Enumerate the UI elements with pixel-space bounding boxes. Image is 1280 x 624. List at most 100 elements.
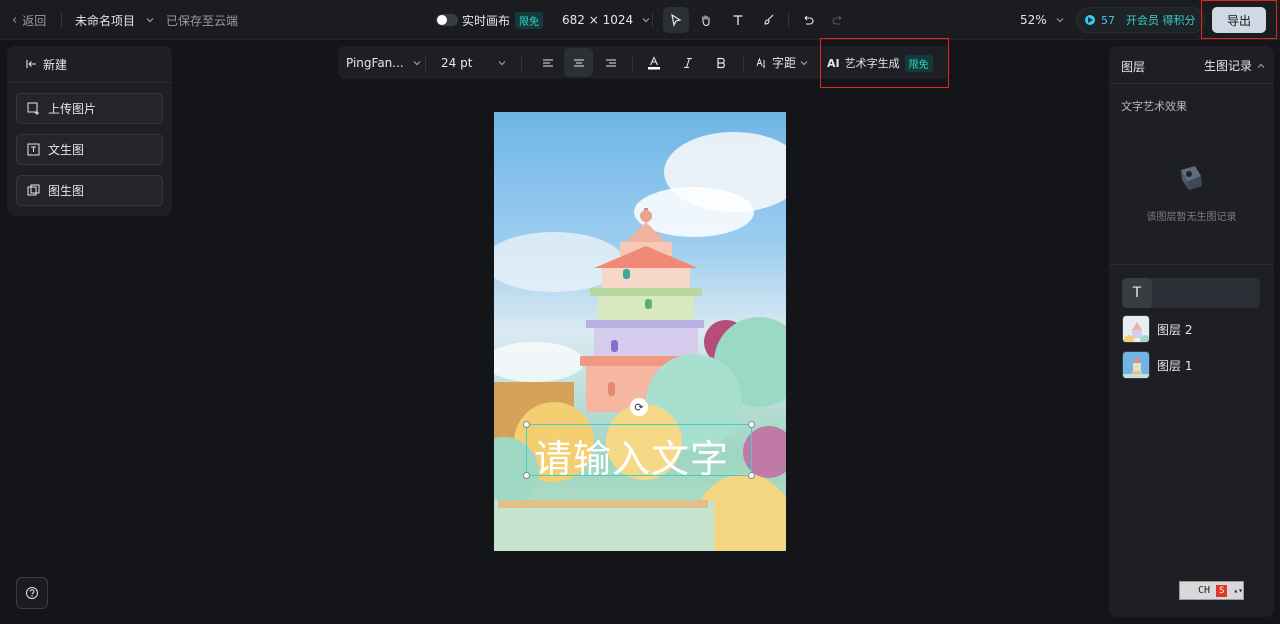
chevron-down-icon: [413, 60, 421, 65]
brush-icon: [764, 14, 774, 25]
layer-thumbnail: [1122, 351, 1150, 379]
font-family: PingFan...: [346, 55, 404, 70]
align-left-button[interactable]: [535, 50, 561, 76]
undo-icon: [804, 15, 814, 25]
text-layer-icon: T: [1122, 278, 1152, 308]
chevron-down-icon: [146, 18, 154, 23]
align-right-icon: [606, 58, 616, 67]
text-selection-box[interactable]: [523, 421, 755, 479]
toggle-switch[interactable]: [436, 14, 458, 26]
font-family-dropdown[interactable]: PingFan...: [346, 46, 422, 79]
redo-button[interactable]: [825, 7, 851, 33]
credits-pill[interactable]: 57 开会员 得积分: [1076, 7, 1205, 33]
left-panel: 新建 上传图片 文生图 图生图: [7, 46, 172, 216]
divider: [652, 12, 653, 28]
credits-value: 57: [1101, 13, 1115, 27]
brush-tool-button[interactable]: [756, 7, 782, 33]
canvas-size: 682 × 1024: [562, 13, 634, 27]
resize-handle[interactable]: [748, 421, 755, 428]
membership-link[interactable]: 开会员 得积分: [1126, 12, 1196, 28]
new-button[interactable]: 新建: [7, 46, 172, 83]
image-to-image-button[interactable]: 图生图: [16, 175, 163, 206]
hand-tool-button[interactable]: [693, 7, 719, 33]
project-name: 未命名项目: [75, 13, 136, 28]
text-color-icon: [648, 55, 660, 69]
section-title: 文字艺术效果: [1121, 100, 1187, 113]
layer-label: 图层 1: [1157, 358, 1193, 373]
help-button[interactable]: [16, 577, 48, 609]
canvas-image: [494, 132, 786, 551]
free-badge: 限免: [904, 54, 933, 72]
realtime-canvas-toggle[interactable]: 实时画布 限免: [436, 0, 544, 40]
letter-spacing-dropdown[interactable]: 字距: [756, 46, 809, 79]
credits-icon: [1085, 15, 1095, 25]
text-layer-row[interactable]: T: [1122, 278, 1260, 308]
ai-icon: AI: [827, 56, 840, 70]
text-icon: [733, 15, 743, 25]
ai-art-label: 艺术字生成: [844, 57, 900, 70]
resize-handle[interactable]: [523, 421, 530, 428]
save-status: 已保存至云端: [166, 13, 239, 28]
top-bar: ‹ 返回 未命名项目 已保存至云端 实时画布 限免 682 × 1024 52%…: [0, 0, 1280, 40]
new-label: 新建: [43, 57, 68, 72]
ai-art-text-button[interactable]: AI 艺术字生成 限免: [827, 51, 933, 75]
layer-row[interactable]: 图层 1: [1122, 350, 1260, 380]
question-mark-icon: [26, 587, 38, 599]
empty-state-text: 该图层暂无生图记录: [1146, 212, 1237, 223]
divider: [1109, 83, 1274, 84]
italic-icon: [684, 57, 692, 68]
rotate-handle-icon[interactable]: ⟳: [630, 398, 648, 416]
select-tool-button[interactable]: [663, 7, 689, 33]
back-button[interactable]: ‹ 返回: [12, 0, 46, 40]
history-label: 生图记录: [1204, 59, 1253, 73]
text-to-image-button[interactable]: 文生图: [16, 134, 163, 165]
ime-indicator[interactable]: CH S ▴▾: [1179, 581, 1244, 600]
bold-button[interactable]: [708, 50, 734, 76]
cursor-icon: [671, 13, 682, 27]
font-size-dropdown[interactable]: 24 pt: [441, 46, 507, 79]
upload-image-icon: [27, 102, 39, 115]
letter-spacing-icon: [756, 57, 765, 67]
tab-layers[interactable]: 图层: [1121, 58, 1145, 75]
arrow-left-icon: [26, 60, 36, 68]
align-right-button[interactable]: [598, 50, 624, 76]
resize-handle[interactable]: [523, 472, 530, 479]
project-name-dropdown[interactable]: 未命名项目: [75, 0, 155, 40]
align-center-icon: [573, 58, 584, 67]
right-panel: 图层 生图记录 文字艺术效果 该图层暂无生图记录 T 图层 2 图层 1: [1109, 46, 1274, 617]
text-color-button[interactable]: [641, 50, 667, 76]
chevron-down-icon: [498, 60, 506, 65]
design-canvas[interactable]: 请输入文字 ⟳: [494, 112, 786, 551]
text-tool-button[interactable]: [725, 7, 751, 33]
resize-handle[interactable]: [748, 472, 755, 479]
export-highlight: 导出: [1201, 0, 1277, 39]
upload-image-button[interactable]: 上传图片: [16, 93, 163, 124]
layer-row[interactable]: 图层 2: [1122, 314, 1260, 344]
layer-1-thumbnail-image: [1123, 352, 1149, 378]
divider: [1109, 264, 1274, 265]
layer-thumbnail: [1122, 315, 1150, 343]
realtime-label: 实时画布: [462, 13, 511, 28]
ime-language: CH: [1198, 585, 1211, 596]
undo-button[interactable]: [795, 7, 821, 33]
chevron-left-icon: ‹: [12, 12, 18, 28]
divider: [788, 12, 789, 28]
italic-button[interactable]: [675, 50, 701, 76]
divider: [743, 55, 744, 71]
ai-art-text-highlight: AI 艺术字生成 限免: [820, 38, 949, 88]
divider: [425, 55, 426, 71]
tab-generation-history[interactable]: 生图记录: [1204, 57, 1266, 74]
free-badge: 限免: [515, 11, 544, 29]
canvas-size-dropdown[interactable]: 682 × 1024: [562, 0, 651, 40]
button-label: 上传图片: [48, 102, 97, 116]
divider: [632, 55, 633, 71]
layer-2-thumbnail-image: [1123, 316, 1149, 342]
bold-icon: [717, 57, 725, 68]
align-center-button[interactable]: [564, 48, 593, 77]
export-button[interactable]: 导出: [1212, 7, 1266, 33]
zoom-dropdown[interactable]: 52%: [1020, 0, 1065, 40]
text-to-image-icon: [27, 143, 40, 156]
chevron-down-icon: [1056, 18, 1064, 23]
chevron-up-icon: [1257, 63, 1265, 68]
hand-icon: [702, 15, 710, 27]
